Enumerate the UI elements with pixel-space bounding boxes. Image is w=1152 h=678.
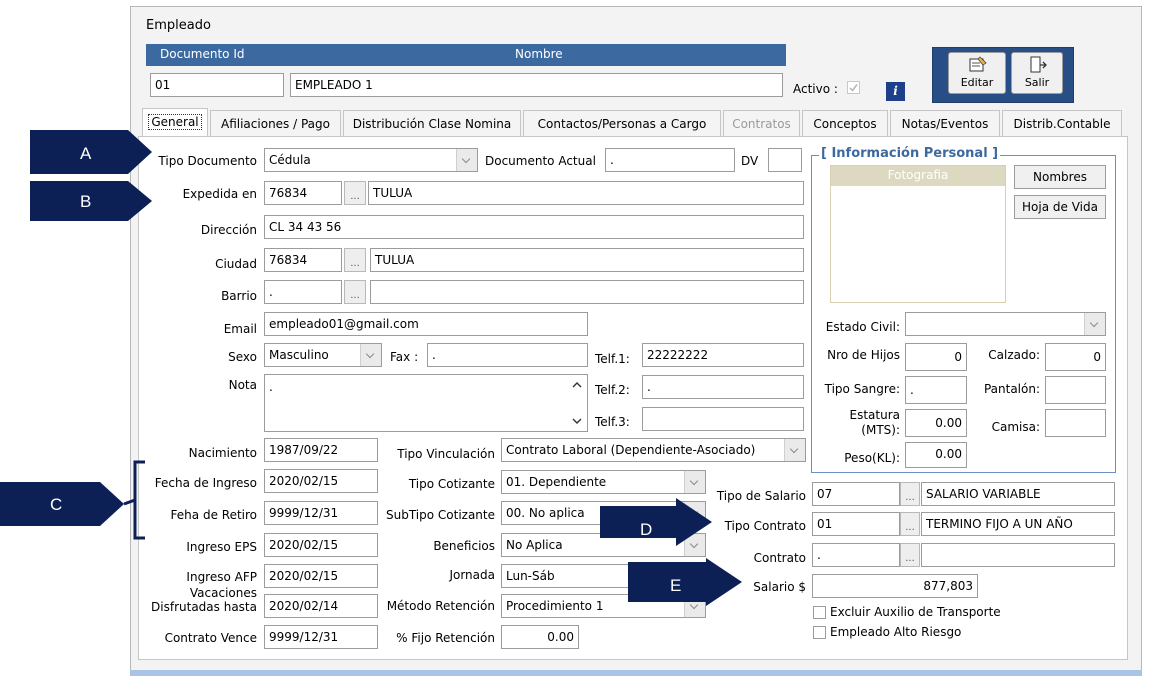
callout-d-label: D — [640, 520, 653, 539]
callout-d-arrow — [600, 498, 712, 546]
callout-a-label: A — [80, 144, 92, 163]
callout-overlay — [0, 130, 742, 606]
callout-b-label: B — [80, 192, 92, 211]
callout-e-label: E — [670, 576, 682, 595]
callout-c-label: C — [50, 495, 63, 514]
callout-e-arrow — [628, 558, 742, 606]
callout-c-bracket — [123, 460, 145, 540]
